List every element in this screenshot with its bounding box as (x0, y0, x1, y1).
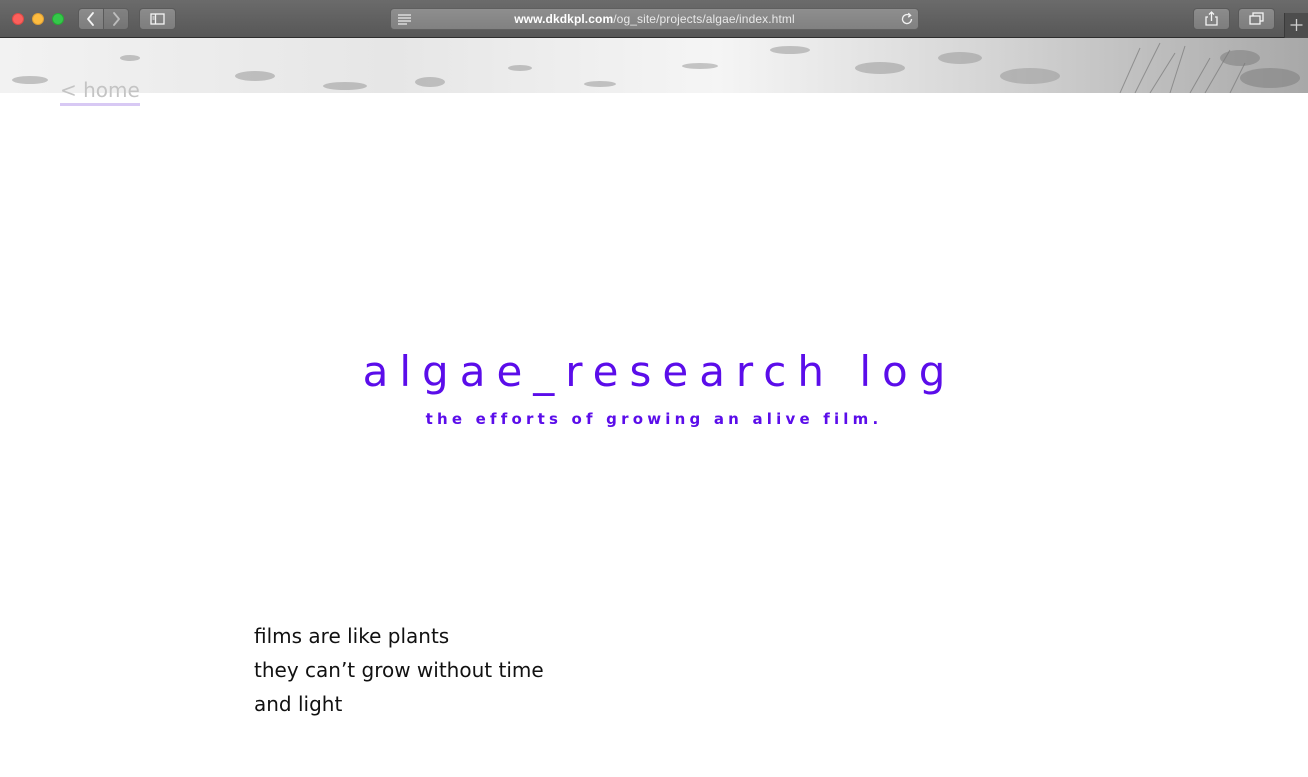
sidebar-icon (150, 13, 165, 25)
reload-icon[interactable] (900, 12, 914, 26)
url-domain: www.dkdkpl.com (514, 12, 614, 26)
tabs-overview-button[interactable] (1238, 8, 1275, 30)
sidebar-toggle-button[interactable] (139, 8, 176, 30)
address-bar[interactable]: www.dkdkpl.com/og_site/projects/algae/in… (390, 8, 919, 30)
poem-line: and light (254, 692, 343, 716)
window-close-button[interactable] (12, 13, 24, 25)
poem-text: films are like plants they can’t grow wi… (254, 619, 544, 721)
page-title: algae_research log (362, 347, 957, 396)
new-tab-button[interactable] (1284, 13, 1308, 38)
home-link[interactable]: < home (60, 78, 140, 106)
chevron-left-icon (87, 12, 94, 26)
back-button[interactable] (78, 8, 104, 30)
chevron-right-icon (113, 12, 120, 26)
forward-button[interactable] (103, 8, 129, 30)
share-icon (1205, 11, 1218, 26)
page-subtitle: the efforts of growing an alive film. (425, 410, 883, 428)
plus-icon (1290, 19, 1303, 31)
header-banner-image (0, 38, 1308, 93)
browser-toolbar: www.dkdkpl.com/og_site/projects/algae/in… (0, 0, 1308, 38)
window-minimize-button[interactable] (32, 13, 44, 25)
url-path: /og_site/projects/algae/index.html (613, 12, 795, 26)
poem-line: they can’t grow without time (254, 658, 544, 682)
url-text: www.dkdkpl.com/og_site/projects/algae/in… (391, 12, 918, 26)
window-maximize-button[interactable] (52, 13, 64, 25)
poem-line: films are like plants (254, 624, 450, 648)
tabs-overview-icon (1249, 12, 1264, 25)
share-button[interactable] (1193, 8, 1230, 30)
